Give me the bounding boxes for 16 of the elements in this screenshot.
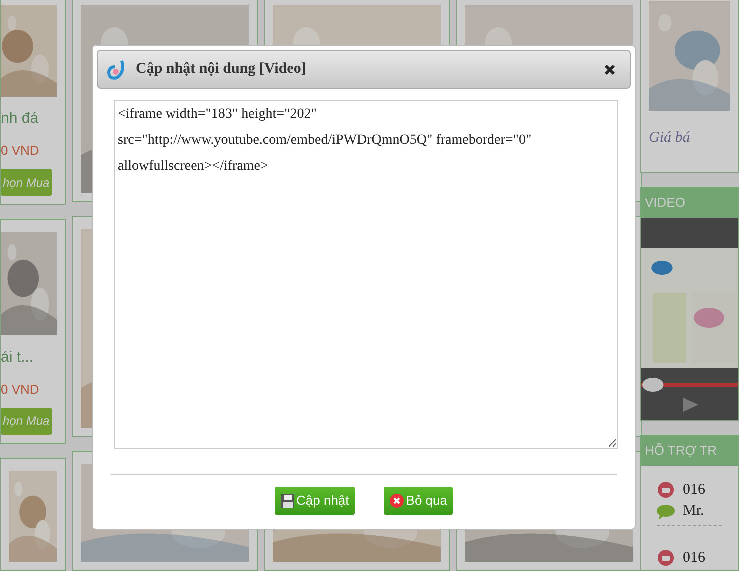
section-title: HỖ TRỢ TR <box>641 436 738 466</box>
contact-text: 016 <box>683 548 706 568</box>
update-button[interactable]: Cập nhật <box>274 487 356 515</box>
price-label: Giá bá <box>649 129 692 148</box>
product-price: 0 VND <box>1 142 40 160</box>
contact-text: 016 <box>683 480 706 500</box>
section-title: VIDEO <box>644 194 686 212</box>
product-name: ái t... <box>1 348 35 368</box>
product-name: nh đá <box>1 109 40 130</box>
dialog-title: Cập nhật nội dung [Video] <box>136 60 308 80</box>
product-price: 0 VND <box>1 380 40 399</box>
content-field[interactable]: <iframe width="183" height="202" src="http://www.youtube.com/embed/iPWDrQmnO5Q" frameborder="0" allowfullscreen></iframe> <box>114 100 618 449</box>
buy-button[interactable]: họn Mua <box>1 408 52 435</box>
cancel-button[interactable]: Bỏ qua <box>384 487 454 515</box>
buy-button[interactable]: họn Mua <box>1 169 52 196</box>
contact-text: Mr. <box>683 502 704 522</box>
